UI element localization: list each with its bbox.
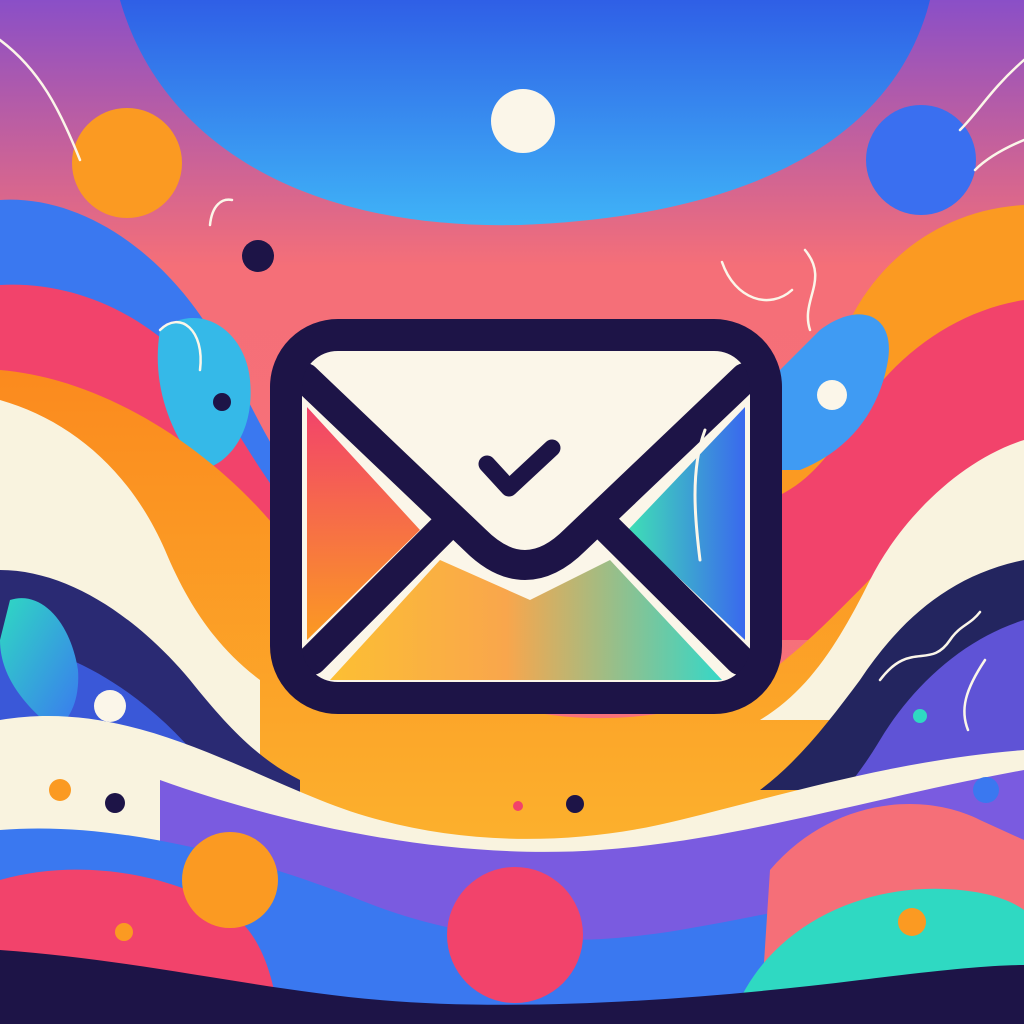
blue-dot bbox=[973, 777, 999, 803]
orange-sun-circle bbox=[72, 108, 182, 218]
teal-dot bbox=[913, 709, 927, 723]
orange-dot bbox=[49, 779, 71, 801]
navy-dot bbox=[242, 240, 274, 272]
cream-dot-left bbox=[94, 690, 126, 722]
orange-dot-right bbox=[898, 908, 926, 936]
blue-planet-circle bbox=[866, 105, 976, 215]
pink-dot-center bbox=[513, 801, 523, 811]
cream-dot-right bbox=[817, 380, 847, 410]
navy-dot-small bbox=[213, 393, 231, 411]
cream-moon-circle bbox=[491, 89, 555, 153]
envelope-icon bbox=[270, 319, 782, 714]
bottom-red-circle bbox=[447, 867, 583, 1003]
email-verified-illustration bbox=[0, 0, 1024, 1024]
navy-dot-center bbox=[566, 795, 584, 813]
orange-dot-bottom bbox=[115, 923, 133, 941]
navy-dot-lower bbox=[105, 793, 125, 813]
bottom-orange-hump bbox=[182, 832, 278, 928]
